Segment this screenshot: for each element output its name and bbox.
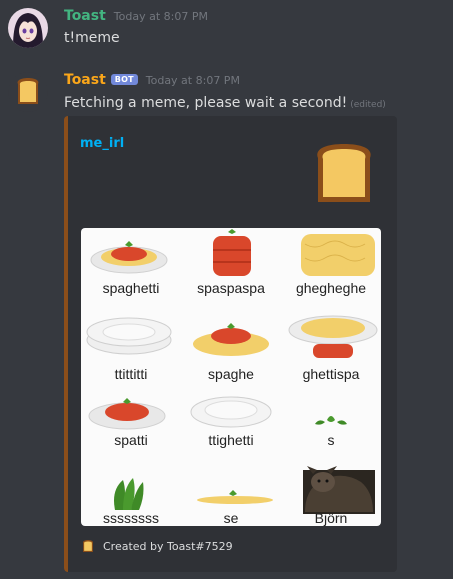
meme-label: ssssssss xyxy=(103,510,159,526)
spaghetti-plate-icon xyxy=(90,241,168,274)
message-text: Fetching a meme, please wait a second! (e… xyxy=(64,95,386,111)
meme-cell-ttittitti: ttittitti xyxy=(81,306,181,386)
meme-label: se xyxy=(223,510,239,526)
timestamp: Today at 8:07 PM xyxy=(113,10,208,23)
meme-label: spaspaspa xyxy=(197,280,265,296)
embed-title-link[interactable]: me_irl xyxy=(80,136,124,151)
message-text: t!meme xyxy=(64,30,120,46)
footer-text: Created by Toast#7529 xyxy=(103,539,233,553)
bot-tag: BOT xyxy=(110,74,138,85)
empty-plates-icon xyxy=(86,317,172,355)
meme-cell-spaghetti: spaghetti xyxy=(81,228,181,308)
meme-label: ttighetti xyxy=(208,432,254,448)
meme-cell-spatti: spatti xyxy=(81,386,181,466)
meme-cell-ttighetti: ttighetti xyxy=(181,386,281,466)
toast-icon xyxy=(17,78,39,104)
dog-photo-icon xyxy=(303,466,375,514)
toast-footer-icon xyxy=(82,540,94,552)
meme-cell-se: se xyxy=(181,466,281,526)
meme-label: spaghe xyxy=(208,366,254,382)
meme-label: ttittitti xyxy=(114,366,148,382)
bot-avatar[interactable] xyxy=(8,72,48,112)
meme-cell-spaspaspa: spaspaspa xyxy=(181,228,281,308)
edited-marker: (edited) xyxy=(350,100,386,110)
meme-label: spatti xyxy=(114,432,148,448)
sauce-stack-icon xyxy=(213,229,251,276)
meme-cell-bjorn: Björn xyxy=(281,446,381,526)
meme-label: ghettispa xyxy=(302,366,360,382)
username[interactable]: Toast Today at 8:07 PM xyxy=(64,8,208,24)
meme-cell-ghettispa: ghettispa xyxy=(281,306,381,386)
meme-label: spaghetti xyxy=(102,280,160,296)
meme-label: Björn xyxy=(314,510,348,526)
meme-cell-ghegheghe: ghegheghe xyxy=(281,228,381,308)
user-avatar[interactable] xyxy=(8,8,48,48)
noodle-pile-icon xyxy=(301,234,375,276)
embed-card: me_irl spaghetti spaspaspa ghegheghe tti… xyxy=(64,116,397,572)
embed-footer: Created by Toast#7529 xyxy=(81,539,233,553)
timestamp: Today at 8:07 PM xyxy=(145,74,240,87)
sauce-noodles-icon xyxy=(193,323,269,356)
meme-label: ghegheghe xyxy=(295,280,367,296)
username-text[interactable]: Toast xyxy=(64,8,106,24)
meme-cell-spaghe: spaghe xyxy=(181,306,281,386)
bot-username-text[interactable]: Toast xyxy=(64,72,106,88)
meme-image[interactable]: spaghetti spaspaspa ghegheghe ttittitti … xyxy=(81,228,381,526)
bot-username[interactable]: Toast BOT Today at 8:07 PM xyxy=(64,72,240,88)
toast-thumbnail-icon[interactable] xyxy=(312,144,376,202)
plate-noodles-sauce-icon xyxy=(288,315,378,358)
meme-cell-ssssssss: ssssssss xyxy=(81,466,181,526)
message-body: Fetching a meme, please wait a second! xyxy=(64,95,348,111)
